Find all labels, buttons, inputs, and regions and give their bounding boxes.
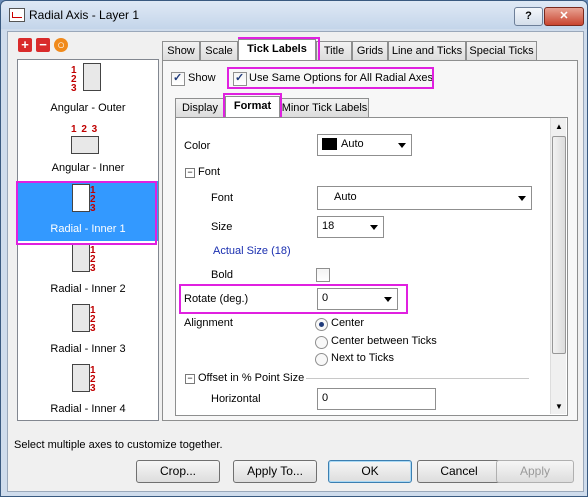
color-label: Color — [184, 140, 211, 152]
axis-item-label: Angular - Outer — [50, 102, 126, 114]
tab-title[interactable]: Title — [316, 41, 352, 60]
reset-axis-icon[interactable]: ○ — [54, 38, 68, 52]
axis-item-angular-inner[interactable]: 1 2 3 Angular - Inner — [18, 120, 158, 180]
ok-button[interactable]: OK — [328, 460, 412, 483]
rotate-highlight — [179, 284, 408, 314]
chevron-down-icon — [370, 225, 378, 230]
bold-label: Bold — [211, 269, 234, 281]
subtab-format[interactable]: Format — [225, 96, 280, 117]
axis-glyph-icon — [72, 304, 90, 332]
font-label: Font — [211, 192, 234, 204]
window-title: Radial Axis - Layer 1 — [29, 8, 140, 22]
add-axis-icon[interactable]: + — [18, 38, 32, 52]
axis-item-label: Radial - Inner 2 — [50, 283, 126, 295]
offset-group-label: Offset in % Point Size — [198, 372, 305, 384]
color-value: Auto — [341, 138, 364, 150]
align-center-radio[interactable] — [315, 318, 328, 331]
axis-item-label: Radial - Inner 4 — [50, 403, 126, 415]
align-between-ticks-radio[interactable] — [315, 336, 328, 349]
tab-show[interactable]: Show — [162, 41, 200, 60]
help-button[interactable]: ? — [514, 7, 543, 26]
axis-item-angular-outer[interactable]: 123 Angular - Outer — [18, 60, 158, 120]
size-value: 18 — [322, 220, 335, 232]
close-button[interactable]: ✕ — [544, 7, 584, 26]
tab-grids[interactable]: Grids — [352, 41, 388, 60]
axis-item-label: Radial - Inner 3 — [50, 343, 126, 355]
apply-button[interactable]: Apply — [496, 460, 574, 483]
app-icon — [9, 8, 25, 22]
axis-glyph-icon — [83, 63, 101, 91]
tick-numbers-icon: 123 — [90, 305, 96, 334]
scroll-thumb[interactable] — [552, 136, 566, 354]
bold-checkbox[interactable] — [316, 268, 330, 282]
dialog-body: + − ○ 123 Angular - Outer 1 2 3 Angular … — [7, 31, 584, 492]
dialog-window: Radial Axis - Layer 1 ? ✕ + − ○ 123 Angu… — [0, 0, 588, 497]
size-label: Size — [211, 221, 233, 233]
size-select[interactable]: 18 — [317, 216, 384, 238]
horizontal-input[interactable]: 0 — [317, 388, 436, 410]
font-select[interactable]: Auto — [317, 186, 532, 210]
color-swatch — [322, 138, 337, 150]
scroll-down-icon[interactable]: ▼ — [555, 402, 563, 411]
actual-size-label: Actual Size (18) — [213, 245, 291, 257]
axis-item-radial-inner-3[interactable]: 123 Radial - Inner 3 — [18, 301, 158, 361]
tick-numbers-icon: 123 — [71, 65, 77, 94]
alignment-label: Alignment — [184, 317, 233, 329]
remove-axis-icon[interactable]: − — [36, 38, 50, 52]
apply-to-button[interactable]: Apply To... — [233, 460, 317, 483]
axis-item-radial-inner-4[interactable]: 123 Radial - Inner 4 — [18, 361, 158, 420]
use-same-highlight — [227, 67, 434, 89]
show-label: Show — [188, 72, 216, 84]
vertical-scrollbar[interactable]: ▲ ▼ — [550, 118, 566, 414]
crop-button[interactable]: Crop... — [136, 460, 220, 483]
cancel-button[interactable]: Cancel — [417, 460, 501, 483]
tick-numbers-icon: 123 — [90, 245, 96, 274]
collapse-offset-icon[interactable]: − — [185, 374, 195, 384]
chevron-down-icon — [398, 143, 406, 148]
font-value: Auto — [334, 191, 357, 203]
format-panel: Color Auto − Font Font Auto Size 18 Actu… — [175, 117, 568, 416]
tick-numbers-icon: 123 — [90, 365, 96, 394]
status-text: Select multiple axes to customize togeth… — [14, 439, 223, 451]
horizontal-label: Horizontal — [211, 393, 261, 405]
scroll-up-icon[interactable]: ▲ — [555, 122, 563, 131]
align-next-to-ticks-radio[interactable] — [315, 353, 328, 366]
axis-item-label: Angular - Inner — [51, 162, 125, 174]
color-select[interactable]: Auto — [317, 134, 412, 156]
subtab-minor-tick-labels[interactable]: Minor Tick Labels — [280, 98, 369, 117]
tab-special-ticks[interactable]: Special Ticks — [466, 41, 537, 60]
title-bar[interactable]: Radial Axis - Layer 1 ? ✕ — [1, 1, 587, 29]
align-next-to-ticks-label: Next to Ticks — [331, 352, 394, 364]
group-divider — [306, 378, 529, 379]
selection-highlight — [16, 181, 157, 245]
axis-glyph-icon — [71, 136, 99, 154]
tab-scale[interactable]: Scale — [200, 41, 238, 60]
show-checkbox[interactable] — [171, 71, 185, 86]
axis-glyph-icon — [72, 364, 90, 392]
tick-numbers-icon: 1 2 3 — [71, 124, 99, 135]
font-group-label: Font — [198, 166, 221, 178]
horizontal-value: 0 — [322, 392, 329, 404]
align-center-label: Center — [331, 317, 365, 329]
subtab-display[interactable]: Display — [175, 98, 225, 117]
tick-labels-panel: Show Use Same Options for All Radial Axe… — [162, 60, 578, 421]
tab-tick-labels[interactable]: Tick Labels — [238, 39, 316, 60]
axis-glyph-icon — [72, 244, 90, 272]
chevron-down-icon — [518, 196, 526, 201]
axis-item-radial-inner-2[interactable]: 123 Radial - Inner 2 — [18, 241, 158, 301]
align-between-ticks-label: Center between Ticks — [331, 335, 437, 347]
collapse-font-icon[interactable]: − — [185, 168, 195, 178]
tab-line-and-ticks[interactable]: Line and Ticks — [388, 41, 466, 60]
